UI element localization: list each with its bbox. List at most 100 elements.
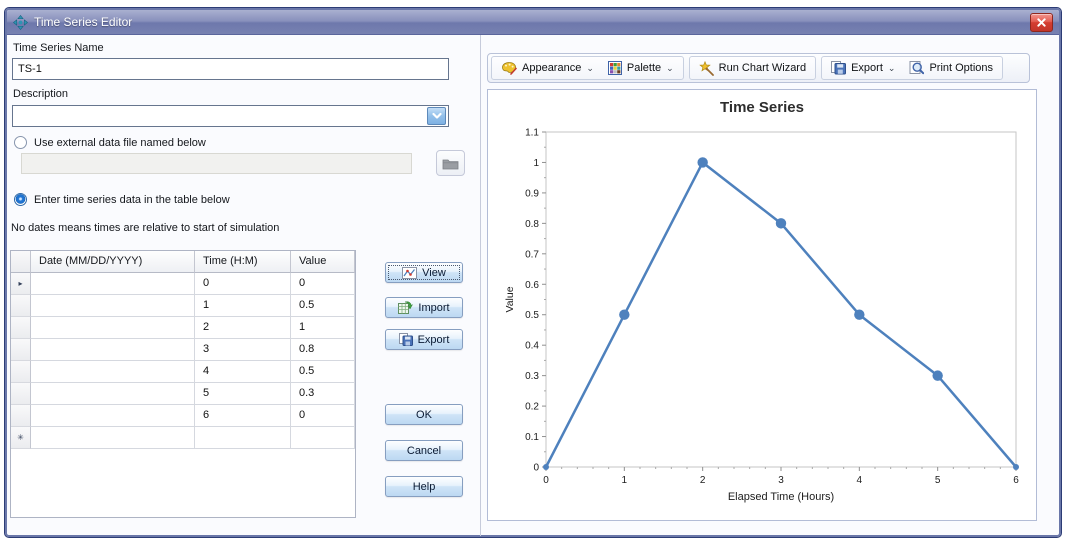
series-line [544, 161, 1018, 469]
table-row: 21 [11, 317, 355, 339]
cell-date[interactable] [31, 317, 195, 339]
description-input[interactable] [13, 110, 425, 122]
description-dropdown-button[interactable] [427, 107, 446, 125]
help-button[interactable]: Help [385, 476, 463, 497]
time-series-editor-window: Time Series Editor Time Series Name Desc… [4, 7, 1062, 538]
cell-value[interactable] [291, 427, 355, 449]
import-button[interactable]: Import [385, 297, 463, 318]
svg-text:0: 0 [533, 463, 539, 474]
chart-export-button-label: Export [851, 62, 883, 74]
svg-text:6: 6 [1013, 475, 1019, 486]
run-chart-wizard-button[interactable]: Run Chart Wizard [692, 58, 813, 78]
cell-value[interactable]: 0 [291, 273, 355, 295]
data-point-marker [775, 218, 787, 229]
browse-file-button[interactable] [436, 150, 465, 176]
radio-table-data[interactable] [14, 193, 27, 206]
view-button-label: View [422, 266, 446, 279]
chart-panel: Time Series 0 0.1 0.2 0.3 0.4 0.5 0.6 0.7 0.8 0.9… [487, 89, 1037, 521]
x-axis-label: Elapsed Time (Hours) [728, 491, 834, 503]
close-icon [1037, 17, 1046, 27]
data-point-marker [854, 309, 865, 320]
chart-export-button[interactable]: Export ⌄ [824, 58, 902, 78]
cell-value[interactable]: 0.3 [291, 383, 355, 405]
toolbar-group-appearance: Appearance ⌄ Palette ⌄ [491, 56, 684, 80]
row-selector[interactable] [11, 405, 31, 427]
row-selector[interactable] [11, 317, 31, 339]
relative-times-note: No dates means times are relative to sta… [11, 222, 280, 234]
cell-time[interactable]: 3 [195, 339, 291, 361]
cell-time[interactable]: 2 [195, 317, 291, 339]
data-point-marker [619, 309, 630, 320]
toolbar-group-wizard: Run Chart Wizard [688, 56, 817, 80]
ok-button-label: OK [416, 408, 432, 421]
cell-time[interactable]: 0 [195, 273, 291, 295]
column-header-date[interactable]: Date (MM/DD/YYYY) [31, 251, 195, 273]
table-row: ▸ 0 0 [11, 273, 355, 295]
cell-value[interactable]: 0.5 [291, 295, 355, 317]
export-button[interactable]: Export [385, 329, 463, 350]
cell-time[interactable]: 6 [195, 405, 291, 427]
help-button-label: Help [412, 480, 436, 493]
svg-text:0.6: 0.6 [525, 280, 539, 291]
row-selector-header [11, 251, 31, 273]
cell-value[interactable]: 0.5 [291, 361, 355, 383]
time-series-name-input[interactable] [12, 58, 449, 80]
column-header-value[interactable]: Value [291, 251, 355, 273]
table-row: 60 [11, 405, 355, 427]
cell-time[interactable]: 1 [195, 295, 291, 317]
cell-date[interactable] [31, 427, 195, 449]
ok-button[interactable]: OK [385, 404, 463, 425]
cell-value[interactable]: 1 [291, 317, 355, 339]
export-disk-icon [831, 61, 847, 75]
y-axis-label: Value [504, 286, 516, 312]
title-bar[interactable]: Time Series Editor [7, 10, 1059, 35]
svg-text:0: 0 [543, 475, 549, 486]
row-selector[interactable] [11, 339, 31, 361]
svg-text:1: 1 [622, 475, 628, 486]
svg-text:5: 5 [935, 475, 941, 486]
radio-external-file[interactable] [14, 136, 27, 149]
cell-time[interactable]: 5 [195, 383, 291, 405]
folder-icon [442, 159, 459, 169]
cell-date[interactable] [31, 405, 195, 427]
cell-time[interactable] [195, 427, 291, 449]
cell-value[interactable]: 0 [291, 405, 355, 427]
appearance-button-label: Appearance [522, 62, 582, 74]
svg-text:1.1: 1.1 [525, 128, 539, 139]
appearance-dropdown-chevron: ⌄ [586, 62, 594, 73]
time-series-name-label: Time Series Name [13, 42, 104, 54]
appearance-button[interactable]: Appearance ⌄ [494, 58, 601, 78]
table-row: 1 0.5 [11, 295, 355, 317]
row-selector[interactable] [11, 361, 31, 383]
export-button-label: Export [417, 333, 450, 346]
cell-date[interactable] [31, 295, 195, 317]
import-button-label: Import [418, 301, 450, 314]
row-selector[interactable] [11, 295, 31, 317]
cell-time[interactable]: 4 [195, 361, 291, 383]
print-options-button[interactable]: Print Options [902, 58, 1000, 78]
cell-date[interactable] [31, 273, 195, 295]
svg-text:4: 4 [857, 475, 863, 486]
plot-frame [545, 131, 1017, 468]
table-row: 5 0.3 [11, 383, 355, 405]
close-button[interactable] [1030, 12, 1053, 32]
svg-text:2: 2 [700, 475, 706, 486]
cell-date[interactable] [31, 361, 195, 383]
view-button[interactable]: View [385, 262, 463, 283]
table-row: 3 0.8 [11, 339, 355, 361]
svg-text:0.2: 0.2 [525, 402, 539, 413]
palette-button[interactable]: Palette ⌄ [601, 58, 681, 78]
cell-value[interactable]: 0.8 [291, 339, 355, 361]
time-series-plot[interactable]: 0 0.1 0.2 0.3 0.4 0.5 0.6 0.7 0.8 0.9 1 1.1 0 1 2 3 4 5 6 E… [488, 90, 1036, 520]
row-selector[interactable]: ✳ [11, 427, 31, 449]
panel-divider [480, 35, 481, 536]
cell-date[interactable] [31, 339, 195, 361]
external-file-input [21, 153, 412, 174]
cell-date[interactable] [31, 383, 195, 405]
cancel-button[interactable]: Cancel [385, 440, 463, 461]
column-header-time[interactable]: Time (H:M) [195, 251, 291, 273]
row-selector[interactable]: ▸ [11, 273, 31, 295]
description-combo [12, 105, 449, 127]
export-dropdown-chevron: ⌄ [887, 62, 896, 73]
row-selector[interactable] [11, 383, 31, 405]
